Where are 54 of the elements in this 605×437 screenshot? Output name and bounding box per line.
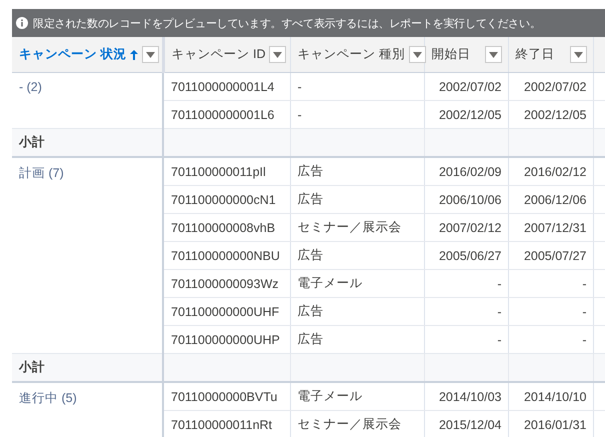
table-cell: 70110000000BVTu — [163, 382, 290, 410]
table-cell: 2014/10/03 — [424, 382, 508, 410]
group-label: 計画 (7) — [19, 166, 64, 180]
table-cell: - — [508, 270, 593, 298]
table-cell: セミナー／展示会 — [290, 410, 424, 437]
table-cell: - — [290, 72, 424, 100]
table-cell: 2007/02/12 — [424, 214, 508, 242]
table-cell: 2006/10/06 — [424, 186, 508, 214]
info-icon — [16, 17, 28, 29]
table-cell: 701100000011pIl — [163, 157, 290, 186]
caret-down-icon — [273, 52, 282, 58]
group-label: 進行中 (5) — [19, 391, 77, 405]
table-cell: 2016/02/09 — [424, 157, 508, 186]
caret-down-icon — [488, 52, 498, 58]
column-menu-button[interactable] — [408, 46, 426, 63]
table-cell: 701100000000NBU — [163, 242, 290, 270]
column-menu-button[interactable] — [484, 46, 502, 63]
table-cell: 2006/12/06 — [508, 186, 593, 214]
table-cell: 電子メール — [290, 270, 424, 298]
table-cell: セミナー／展示会 — [290, 214, 424, 242]
table-cell: 広告 — [290, 298, 424, 326]
table-cell: 7011000000093Wz — [163, 270, 290, 298]
subtotal-label: 小計 — [12, 128, 163, 157]
table-cell: 広告 — [290, 157, 424, 186]
table-cell: 701100000011nRt — [163, 410, 290, 437]
column-menu-button[interactable] — [142, 46, 160, 63]
caret-down-icon — [574, 52, 582, 58]
table-cell: 701100000000UHF — [163, 298, 290, 326]
table-cell: 701100000008vhB — [163, 214, 290, 242]
table-cell: 701100000000cN1 — [163, 186, 290, 214]
table-cell: 2015/12/04 — [424, 410, 508, 437]
banner-text: 限定された数のレコードをプレビューしています。すべて表示するには、レポートを実行してください。 — [33, 16, 541, 30]
table-cell: 2016/02/12 — [508, 157, 593, 186]
table-cell: 2016/01/31 — [508, 410, 593, 437]
table-cell: 2007/12/31 — [508, 214, 593, 242]
table-cell: 2014/10/10 — [508, 382, 593, 410]
group-label: - (2) — [19, 80, 42, 94]
column-menu-button[interactable] — [570, 46, 586, 63]
table-cell: 7011000000001L4 — [163, 72, 290, 100]
table-cell: 広告 — [290, 186, 424, 214]
table-cell: - — [424, 270, 508, 298]
sort-up-icon — [130, 50, 138, 60]
caret-down-icon — [412, 52, 422, 58]
table-cell: 電子メール — [290, 382, 424, 410]
table-cell: 2002/07/02 — [424, 72, 508, 100]
table-cell: 広告 — [290, 242, 424, 270]
table-cell: 2005/06/27 — [424, 242, 508, 270]
table-cell: - — [508, 298, 593, 326]
subtotal-label: 小計 — [12, 354, 163, 382]
column-menu-button[interactable] — [269, 46, 286, 63]
table-cell: 2005/07/27 — [508, 242, 593, 270]
table-cell: - — [424, 298, 508, 326]
caret-down-icon — [146, 52, 156, 58]
table-cell: 2002/07/02 — [508, 72, 593, 100]
